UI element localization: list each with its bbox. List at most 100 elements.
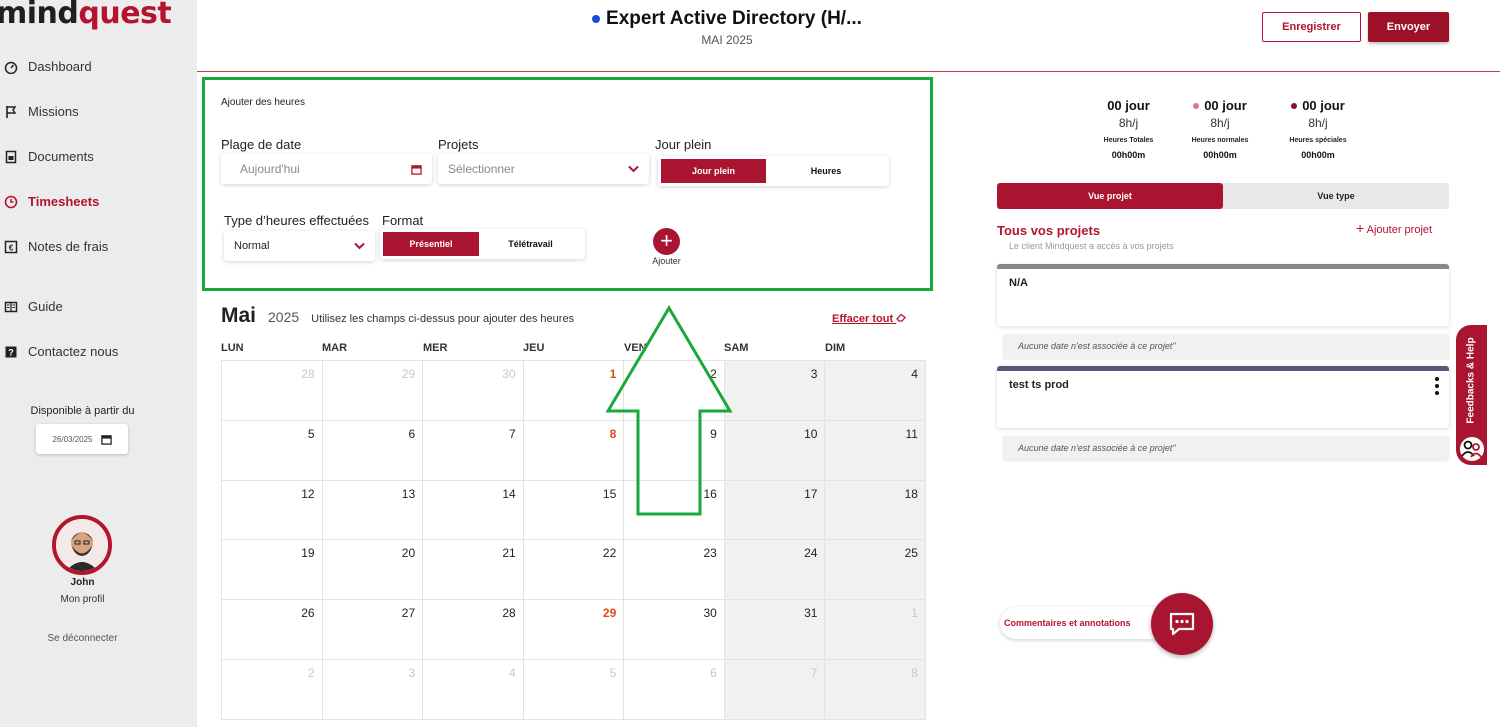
format-option-teletravail[interactable]: Télétravail	[479, 232, 582, 256]
calendar-day-cell[interactable]: 1	[523, 361, 625, 421]
feedback-help-tab[interactable]: Feedbacks & Help	[1456, 325, 1487, 465]
sidebar-item-documents[interactable]: Documents	[4, 149, 94, 164]
calendar-day-cell[interactable]: 30	[423, 361, 524, 421]
calendar-day-cell[interactable]: 28	[423, 600, 524, 661]
calendar-day-cell[interactable]: 25	[825, 540, 926, 601]
clear-all-button[interactable]: Effacer tout	[832, 313, 907, 325]
tab-vue-projet[interactable]: Vue projet	[997, 183, 1223, 209]
calendar-day-cell[interactable]: 20	[322, 540, 424, 601]
sidebar-item-contactez-nous[interactable]: ? Contactez nous	[4, 344, 118, 359]
calendar-day-cell[interactable]: 24	[724, 540, 826, 601]
hours-type-label: Type d’heures effectuées	[224, 213, 370, 228]
day-header: MAR	[322, 342, 348, 354]
calendar-day-cell[interactable]: 4	[423, 660, 524, 720]
calendar-day-cell[interactable]: 22	[523, 540, 625, 601]
calendar-day-cell[interactable]: 15	[523, 480, 625, 541]
calendar-day-cell[interactable]: 3	[724, 361, 826, 421]
calendar-day-cell[interactable]: 21	[423, 540, 524, 601]
calendar-day-cell[interactable]: 23	[624, 540, 725, 601]
calendar-day-cell[interactable]: 8	[523, 420, 625, 481]
calendar-day-cell[interactable]: 11	[825, 420, 926, 481]
svg-text:€: €	[9, 243, 14, 252]
calendar-day-cell[interactable]: 27	[322, 600, 424, 661]
sidebar-item-dashboard[interactable]: Dashboard	[4, 59, 92, 74]
calendar-day-cell[interactable]: 6	[624, 660, 725, 720]
calendar-day-cell[interactable]: 29	[322, 361, 424, 421]
mindquest-logo[interactable]: mindquest	[0, 0, 172, 31]
calendar-day-cell[interactable]: 14	[423, 480, 524, 541]
add-hours-button[interactable]: +	[653, 228, 680, 255]
calendar-day-cell[interactable]: 18	[825, 480, 926, 541]
calendar-day-cell[interactable]: 26	[222, 600, 323, 661]
day-header: MER	[423, 342, 448, 354]
logout-link[interactable]: Se déconnecter	[0, 633, 165, 644]
calendar-day-cell[interactable]: 17	[724, 480, 826, 541]
view-tabs: Vue projet Vue type	[997, 183, 1449, 209]
calendar-day-cell[interactable]: 12	[222, 480, 323, 541]
hours-type-value: Normal	[234, 240, 270, 252]
calendar-day-cell[interactable]: 6	[322, 420, 424, 481]
calendar-icon	[100, 434, 112, 445]
calendar-day-cell[interactable]: 7	[724, 660, 826, 720]
calendar-day-cell[interactable]: 30	[624, 600, 725, 661]
calendar-day-cell[interactable]: 7	[423, 420, 524, 481]
save-button[interactable]: Enregistrer	[1262, 12, 1361, 42]
calendar-month: Mai	[221, 304, 257, 327]
project-card[interactable]: test ts prod	[997, 366, 1449, 428]
profile-link[interactable]: Mon profil	[0, 594, 165, 605]
projects-select[interactable]: Sélectionner	[438, 154, 649, 184]
normal-dot-icon	[1193, 102, 1200, 109]
tab-vue-type[interactable]: Vue type	[1223, 183, 1449, 209]
calendar-day-cell[interactable]: 4	[825, 361, 926, 421]
date-range-label: Plage de date	[221, 137, 302, 152]
sidebar-item-label: Missions	[28, 104, 79, 119]
add-project-button[interactable]: + Ajouter projet	[1356, 220, 1432, 236]
flag-icon	[6, 105, 17, 118]
calendar-day-cell[interactable]: 16	[624, 480, 725, 541]
stat-label: Heures spéciales	[1289, 137, 1347, 144]
date-range-input[interactable]: Aujourd'hui	[221, 154, 432, 184]
sidebar-item-notes-de-frais[interactable]: € Notes de frais	[4, 239, 108, 254]
day-header: SAM	[724, 342, 749, 354]
sidebar-item-guide[interactable]: Guide	[4, 299, 63, 314]
sidebar-item-missions[interactable]: Missions	[4, 104, 79, 119]
avatar[interactable]	[52, 515, 112, 575]
mission-title: Expert Active Directory (H/...	[606, 8, 862, 29]
fullday-option-jour-plein[interactable]: Jour plein	[661, 159, 766, 183]
calendar-day-cell[interactable]: 3	[322, 660, 424, 720]
project-card[interactable]: N/A	[997, 264, 1449, 326]
format-option-presentiel[interactable]: Présentiel	[383, 232, 480, 256]
chat-button[interactable]	[1151, 593, 1213, 655]
page-subtitle: MAI 2025	[701, 33, 753, 47]
add-hours-title: Ajouter des heures	[221, 97, 305, 108]
calendar-day-cell[interactable]: 8	[825, 660, 926, 720]
stat-hours: 00h00m	[1203, 150, 1237, 160]
sidebar-item-timesheets[interactable]: Timesheets	[4, 194, 99, 209]
sidebar-item-label: Guide	[28, 299, 63, 314]
page-header: Expert Active Directory (H/... MAI 2025	[577, 8, 877, 47]
calendar-day-cell[interactable]: 1	[825, 600, 926, 661]
calendar-day-cell[interactable]: 19	[222, 540, 323, 601]
calendar-day-cell[interactable]: 9	[624, 420, 725, 481]
eraser-icon	[896, 313, 907, 322]
stat-label: Heures normales	[1191, 137, 1249, 144]
calendar-day-cell[interactable]: 13	[322, 480, 424, 541]
send-button[interactable]: Envoyer	[1368, 12, 1449, 42]
availability-date-field[interactable]: 26/03/2025	[36, 424, 128, 454]
calendar-day-cell[interactable]: 28	[222, 361, 323, 421]
calendar-day-cell[interactable]: 10	[724, 420, 826, 481]
calendar-year: 2025	[268, 309, 300, 325]
calendar-day-cell[interactable]: 5	[222, 420, 323, 481]
fullday-option-heures[interactable]: Heures	[766, 159, 886, 183]
calendar-day-cell[interactable]: 2	[624, 361, 725, 421]
calendar-day-cell[interactable]: 5	[523, 660, 625, 720]
calendar-day-cell[interactable]: 2	[222, 660, 323, 720]
calendar-day-cell[interactable]: 29	[523, 600, 625, 661]
plus-icon: +	[1356, 220, 1365, 236]
calendar-day-cell[interactable]: 31	[724, 600, 826, 661]
sidebar-item-label: Documents	[28, 149, 94, 164]
hours-type-select[interactable]: Normal	[224, 231, 375, 261]
kebab-menu-icon[interactable]	[1435, 377, 1439, 398]
stat-value: 00 jour	[1107, 98, 1150, 113]
day-header: DIM	[825, 342, 846, 354]
